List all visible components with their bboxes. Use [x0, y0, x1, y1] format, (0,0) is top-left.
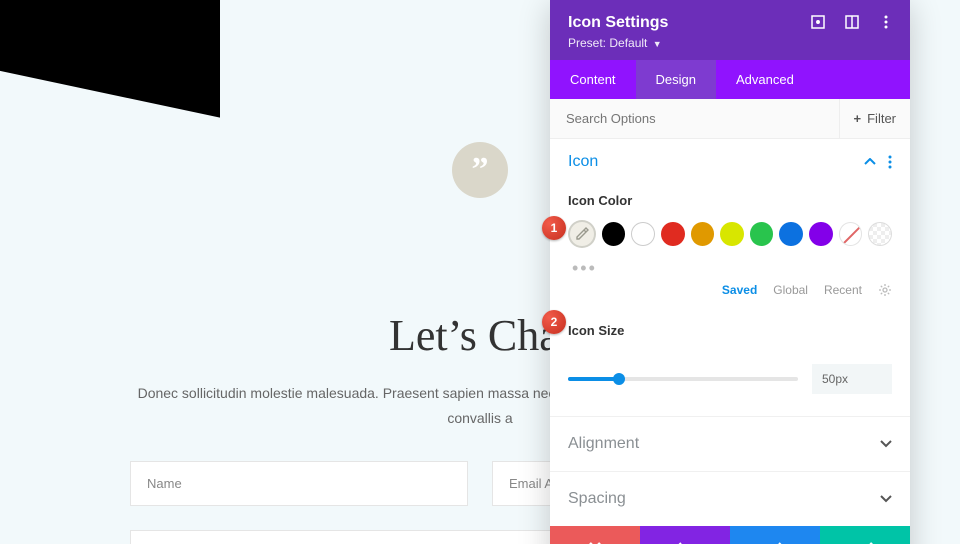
- settings-panel: Icon Settings Preset: Default ▼ Content …: [550, 0, 910, 544]
- eyedropper-swatch[interactable]: [568, 220, 596, 248]
- cancel-button[interactable]: [550, 526, 640, 544]
- alignment-label: Alignment: [568, 435, 639, 453]
- header-icons: [810, 14, 894, 30]
- redo-button[interactable]: [730, 526, 820, 544]
- annotation-badge-2: 2: [542, 310, 566, 334]
- swatch-yellow[interactable]: [720, 222, 744, 246]
- icon-size-slider[interactable]: [568, 377, 798, 381]
- search-row: + Filter: [550, 99, 910, 139]
- icon-color-label: Icon Color: [550, 185, 910, 220]
- slider-thumb[interactable]: [613, 373, 625, 385]
- expand-icon[interactable]: [810, 14, 826, 30]
- preset-dropdown[interactable]: Preset: Default ▼: [568, 36, 892, 50]
- swatch-black[interactable]: [602, 222, 626, 246]
- gear-icon[interactable]: [878, 283, 892, 297]
- section-alignment[interactable]: Alignment: [550, 416, 910, 471]
- swatch-orange[interactable]: [691, 222, 715, 246]
- section-menu-icon[interactable]: [888, 155, 892, 169]
- background-shape: [0, 0, 220, 118]
- palette-recent[interactable]: Recent: [824, 283, 862, 297]
- chevron-down-icon: [880, 440, 892, 448]
- menu-dots-icon[interactable]: [878, 14, 894, 30]
- icon-size-block: Icon Size 50px: [550, 315, 910, 416]
- tab-content[interactable]: Content: [550, 60, 636, 99]
- undo-button[interactable]: [640, 526, 730, 544]
- name-field[interactable]: Name: [130, 461, 468, 506]
- swatch-row: [550, 220, 910, 258]
- swatch-red[interactable]: [661, 222, 685, 246]
- swatch-transparent[interactable]: [868, 222, 892, 246]
- swatch-green[interactable]: [750, 222, 774, 246]
- preset-value: Default: [609, 36, 647, 50]
- tabs: Content Design Advanced: [550, 60, 910, 99]
- spacing-label: Spacing: [568, 490, 626, 508]
- caret-down-icon: ▼: [653, 39, 662, 49]
- section-title: Icon: [568, 153, 598, 171]
- slider-fill: [568, 377, 619, 381]
- palette-global[interactable]: Global: [773, 283, 808, 297]
- preset-label: Preset:: [568, 36, 606, 50]
- save-button[interactable]: [820, 526, 910, 544]
- swatch-none[interactable]: [839, 222, 863, 246]
- swatch-blue[interactable]: [779, 222, 803, 246]
- filter-label: Filter: [867, 111, 896, 126]
- section-icon-header[interactable]: Icon: [550, 139, 910, 185]
- section-actions: [864, 155, 892, 169]
- quote-icon[interactable]: ”: [452, 142, 508, 198]
- palette-saved[interactable]: Saved: [722, 283, 757, 297]
- help-icon[interactable]: [844, 14, 860, 30]
- panel-header: Icon Settings Preset: Default ▼: [550, 0, 910, 60]
- tab-design[interactable]: Design: [636, 60, 716, 99]
- swatch-white[interactable]: [631, 222, 655, 246]
- plus-icon: +: [854, 111, 862, 126]
- search-input[interactable]: [550, 99, 839, 138]
- tab-advanced[interactable]: Advanced: [716, 60, 814, 99]
- icon-size-value[interactable]: 50px: [812, 364, 892, 394]
- collapse-icon[interactable]: [864, 158, 876, 166]
- more-swatches-icon[interactable]: •••: [550, 258, 910, 283]
- section-spacing[interactable]: Spacing: [550, 471, 910, 526]
- icon-size-row: 50px: [568, 364, 892, 394]
- palette-tabs: Saved Global Recent: [550, 283, 910, 315]
- annotation-badge-1: 1: [542, 216, 566, 240]
- icon-size-label: Icon Size: [568, 315, 892, 350]
- filter-button[interactable]: + Filter: [839, 99, 910, 138]
- swatch-purple[interactable]: [809, 222, 833, 246]
- chevron-down-icon: [880, 495, 892, 503]
- panel-footer: [550, 526, 910, 544]
